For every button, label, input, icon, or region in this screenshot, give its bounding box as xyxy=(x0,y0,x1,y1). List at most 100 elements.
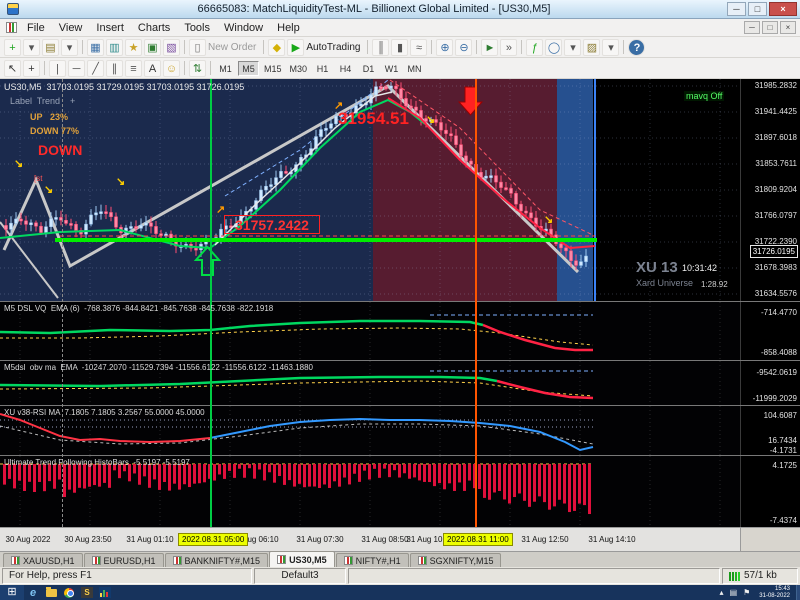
terminal-icon[interactable]: ▣ xyxy=(144,39,161,56)
orange-event-vline[interactable] xyxy=(475,79,477,527)
arrows-icon[interactable]: ☺ xyxy=(163,60,180,77)
auto-scroll-icon[interactable]: ► xyxy=(481,39,498,56)
toolbar-separator xyxy=(521,40,522,54)
timeframe-mn[interactable]: MN xyxy=(404,61,425,76)
toolbar-separator xyxy=(184,61,185,75)
line-chart-icon[interactable]: ≈ xyxy=(410,39,427,56)
new-chart-icon[interactable]: + xyxy=(4,39,21,56)
menu-window[interactable]: Window xyxy=(217,21,270,35)
metaeditor-icon[interactable]: ◆ xyxy=(268,39,285,56)
tray-action-center-icon[interactable]: ⚑ xyxy=(743,588,750,597)
timeframe-m30[interactable]: M30 xyxy=(287,61,311,76)
menu-charts[interactable]: Charts xyxy=(131,21,177,35)
child-close-icon[interactable]: × xyxy=(780,21,796,34)
mavq-toggle[interactable]: mavq Off xyxy=(684,91,724,101)
toolbar-separator xyxy=(184,40,185,54)
taskbar-ie-icon[interactable]: e xyxy=(25,586,41,599)
crosshair-icon[interactable]: + xyxy=(23,60,40,77)
tab-label: XAUUSD,H1 xyxy=(23,556,75,566)
time-axis[interactable]: 30 Aug 202230 Aug 23:5031 Aug 01:1031 Au… xyxy=(0,527,800,551)
standard-toolbar: +▾▤▾▦▥★▣▧▯New Order◆▶AutoTrading║▮≈⊕⊖►»ƒ… xyxy=(0,37,800,58)
templates-icon[interactable]: ▨ xyxy=(583,39,600,56)
timeframe-h1[interactable]: H1 xyxy=(312,61,333,76)
tray-network-icon[interactable]: ▤ xyxy=(730,588,738,597)
indicators-icon[interactable]: ƒ xyxy=(526,39,543,56)
menu-file[interactable]: File xyxy=(20,21,52,35)
fibonacci-icon[interactable]: ≡ xyxy=(125,60,142,77)
new-chart-dropdown-icon[interactable]: ▾ xyxy=(23,39,40,56)
chart-tab-eurusd-h1[interactable]: EURUSD,H1 xyxy=(84,553,164,567)
child-restore-icon[interactable]: □ xyxy=(762,21,778,34)
start-button[interactable]: ⊞ xyxy=(0,585,24,600)
new-order-label[interactable]: New Order xyxy=(208,42,256,53)
status-template[interactable]: Default3 xyxy=(254,568,346,584)
taskbar-chrome-icon[interactable] xyxy=(61,586,77,599)
timeframe-m1[interactable]: M1 xyxy=(215,61,236,76)
sell-mini-arrow-icon: ↘ xyxy=(14,157,23,170)
indicator-header: XU v38-RSI MA 7.1805 7.1805 3.2567 55.00… xyxy=(4,408,205,417)
timeframe-m5[interactable]: M5 xyxy=(238,61,259,76)
strategy-tester-icon[interactable]: ▧ xyxy=(163,39,180,56)
support-price-label[interactable]: 31757.2422 xyxy=(224,215,320,234)
indicator-scale: -714.4770 -858.4088 xyxy=(740,302,800,360)
price-scale-label: 31634.5576 xyxy=(755,289,797,299)
chart-tab-us30-m5[interactable]: US30,M5 xyxy=(269,551,335,567)
bars-chart-icon[interactable]: ║ xyxy=(372,39,389,56)
timeframe-h4[interactable]: H4 xyxy=(335,61,356,76)
data-window-icon[interactable]: ▥ xyxy=(106,39,123,56)
show-desktop-button[interactable] xyxy=(796,585,800,600)
price-scale[interactable]: 31985.283231941.442531897.601831853.7611… xyxy=(740,79,800,301)
maximize-icon[interactable]: □ xyxy=(748,2,767,16)
taskbar-explorer-icon[interactable] xyxy=(43,586,59,599)
profiles-dropdown-icon[interactable]: ▾ xyxy=(61,39,78,56)
taskbar-mt4-icon[interactable] xyxy=(97,586,113,599)
toolbar-separator xyxy=(210,61,211,75)
templates-dropdown-icon[interactable]: ▾ xyxy=(602,39,619,56)
scale-value: 104.6087 xyxy=(764,411,797,421)
chart-tab-banknifty-m15[interactable]: BANKNIFTY#,M15 xyxy=(165,553,269,567)
menu-tools[interactable]: Tools xyxy=(177,21,217,35)
timeframe-w1[interactable]: W1 xyxy=(381,61,402,76)
periods-icon[interactable]: ◯ xyxy=(545,39,562,56)
zoom-out-icon[interactable]: ⊖ xyxy=(455,39,472,56)
minimize-icon[interactable]: ─ xyxy=(727,2,746,16)
cycle-icon[interactable]: ⇅ xyxy=(189,60,206,77)
taskbar-app-icon[interactable]: S xyxy=(79,586,95,599)
chart-tab-sgxnifty-m15[interactable]: SGXNIFTY,M15 xyxy=(410,553,502,567)
timeframe-m15[interactable]: M15 xyxy=(261,61,285,76)
menu-items: FileViewInsertChartsToolsWindowHelp xyxy=(20,21,307,35)
time-label: 31 Aug 08:50 xyxy=(361,535,408,544)
chart-window[interactable]: US30,M5 31703.0195 31729.0195 31703.0195… xyxy=(0,79,800,551)
signal-label: DOWN xyxy=(38,142,82,158)
green-event-vline[interactable] xyxy=(210,79,212,527)
chart-tab-xauusd-h1[interactable]: XAUUSD,H1 xyxy=(3,553,83,567)
cursor-icon[interactable]: ↖ xyxy=(4,60,21,77)
new-order-icon[interactable]: ▯ xyxy=(189,39,206,56)
timeframe-d1[interactable]: D1 xyxy=(358,61,379,76)
chart-tab-nifty-h1[interactable]: NIFTY#,H1 xyxy=(336,553,409,567)
trendline-icon[interactable]: ╱ xyxy=(87,60,104,77)
autotrading-icon[interactable]: ▶ xyxy=(287,39,304,56)
text-icon[interactable]: A xyxy=(144,60,161,77)
help-icon[interactable]: ? xyxy=(628,39,645,56)
candles-chart-icon[interactable]: ▮ xyxy=(391,39,408,56)
profiles-icon[interactable]: ▤ xyxy=(42,39,59,56)
autotrading-label[interactable]: AutoTrading xyxy=(306,42,360,53)
title-bar[interactable]: 66665083: MatchLiquidityTest-ML - Billio… xyxy=(0,0,800,19)
chart-shift-icon[interactable]: » xyxy=(500,39,517,56)
menu-help[interactable]: Help xyxy=(270,21,307,35)
close-icon[interactable]: × xyxy=(769,2,797,16)
zoom-in-icon[interactable]: ⊕ xyxy=(436,39,453,56)
menu-insert[interactable]: Insert xyxy=(89,21,131,35)
vertical-line-icon[interactable]: | xyxy=(49,60,66,77)
navigator-icon[interactable]: ★ xyxy=(125,39,142,56)
time-label: 30 Aug 23:50 xyxy=(64,535,111,544)
market-watch-icon[interactable]: ▦ xyxy=(87,39,104,56)
menu-view[interactable]: View xyxy=(52,21,90,35)
tray-expand-icon[interactable]: ▴ xyxy=(720,588,724,597)
taskbar-clock[interactable]: 15:43 31-08-2022 xyxy=(759,586,790,600)
channel-icon[interactable]: ∥ xyxy=(106,60,123,77)
horizontal-line-icon[interactable]: ─ xyxy=(68,60,85,77)
periods-dropdown-icon[interactable]: ▾ xyxy=(564,39,581,56)
child-minimize-icon[interactable]: ─ xyxy=(744,21,760,34)
